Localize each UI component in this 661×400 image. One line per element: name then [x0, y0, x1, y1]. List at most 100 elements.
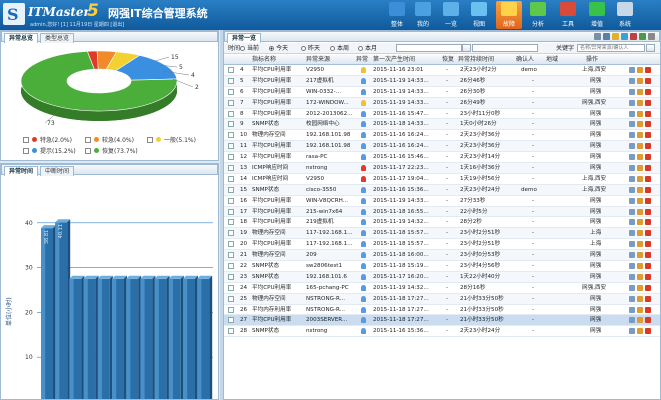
metric-name[interactable]: 平均CPU利用率 — [252, 283, 304, 293]
fault-source[interactable]: 192.168.101.98 — [306, 141, 354, 151]
radio-icon[interactable] — [301, 46, 306, 51]
edit-icon[interactable] — [629, 143, 635, 150]
nav-6[interactable]: 分析 — [525, 1, 551, 29]
confirm-icon[interactable] — [637, 99, 643, 106]
row-checkbox[interactable] — [228, 208, 234, 215]
fault-source[interactable]: NSTRONG-R... — [306, 305, 354, 315]
delete-icon[interactable] — [645, 295, 651, 302]
user-info[interactable]: admin,您好! [1] 11月19日 星期四 [退出] — [30, 21, 124, 28]
confirm-icon[interactable] — [637, 121, 643, 128]
legend-checkbox[interactable] — [85, 148, 91, 154]
confirm-icon[interactable] — [637, 273, 643, 280]
column-header[interactable]: 地域 — [546, 55, 586, 65]
row-checkbox[interactable] — [228, 241, 234, 248]
confirm-icon[interactable] — [637, 175, 643, 182]
metric-name[interactable]: 平均CPU利用率 — [252, 207, 304, 217]
metric-name[interactable]: 平均CPU利用率 — [252, 109, 304, 119]
confirm-icon[interactable] — [637, 328, 643, 335]
row-checkbox[interactable] — [228, 99, 234, 106]
edit-icon[interactable] — [629, 154, 635, 161]
nav-7[interactable]: 工具 — [555, 1, 581, 29]
delete-icon[interactable] — [645, 88, 651, 95]
confirm-icon[interactable] — [637, 132, 643, 139]
table-row[interactable]: 21 物理内存空间 209 2015-11-18 16:00... - 23小时0分53秒… — [224, 250, 660, 262]
edit-icon[interactable] — [629, 241, 635, 248]
nav-4[interactable]: 视图 — [466, 1, 492, 29]
tab-fault-overview[interactable]: 异常总览 — [4, 33, 39, 43]
metric-name[interactable]: 物理内存空间 — [252, 294, 304, 304]
column-header[interactable]: 第一次产生时间 — [373, 55, 441, 65]
table-row[interactable]: 17 平均CPU利用率 215-win7x64 2015-11-18 16:55...… — [224, 206, 660, 218]
confirm-icon[interactable] — [637, 197, 643, 204]
column-header[interactable]: 确认人 — [516, 55, 544, 65]
column-header[interactable]: 异常来源 — [306, 55, 354, 65]
delete-icon[interactable] — [645, 230, 651, 237]
delete-icon[interactable] — [645, 306, 651, 313]
table-row[interactable]: 20 平均CPU利用率 117-192.168.1... 2015-11-18 15:… — [224, 239, 660, 251]
row-checkbox[interactable] — [228, 252, 234, 259]
row-checkbox[interactable] — [228, 175, 234, 182]
fault-source[interactable]: 192.168.101.6 — [306, 272, 354, 282]
toolbar-icon-6[interactable] — [648, 33, 655, 40]
metric-name[interactable]: SNMP状态 — [252, 326, 304, 336]
tab-fault-time[interactable]: 异常时间 — [4, 166, 39, 176]
fault-source[interactable]: 2003SERVER... — [306, 315, 354, 325]
row-checkbox[interactable] — [228, 154, 234, 161]
tab-type-overview[interactable]: 类型总览 — [40, 33, 75, 43]
fault-source[interactable]: NSTRONG-R... — [306, 294, 354, 304]
row-checkbox[interactable] — [228, 328, 234, 335]
metric-name[interactable]: 物理内存空间 — [252, 130, 304, 140]
row-checkbox[interactable] — [228, 186, 234, 193]
fault-source[interactable]: 117-192.168.1... — [306, 228, 354, 238]
edit-icon[interactable] — [629, 273, 635, 280]
row-checkbox[interactable] — [228, 132, 234, 139]
edit-icon[interactable] — [629, 99, 635, 106]
time-option-4[interactable]: 本月 — [358, 44, 377, 53]
table-row[interactable]: 28 SNMP状态 nstrong 2015-11-16 15:36... - 2天23小… — [224, 326, 660, 338]
time-option-3[interactable]: 本周 — [330, 44, 349, 53]
confirm-icon[interactable] — [637, 284, 643, 291]
toolbar-icon-1[interactable] — [603, 33, 610, 40]
fault-source[interactable]: cisco-3550 — [306, 185, 354, 195]
table-row[interactable]: 5 平均CPU利用率 217虚拟机 2015-11-19 14:33... - 26分46… — [224, 75, 660, 87]
row-checkbox[interactable] — [228, 317, 234, 324]
delete-icon[interactable] — [645, 219, 651, 226]
confirm-icon[interactable] — [637, 208, 643, 215]
legend-checkbox[interactable] — [23, 148, 29, 154]
column-header[interactable]: 指标名称 — [252, 55, 304, 65]
fault-source[interactable]: 2012-2013062... — [306, 109, 354, 119]
nav-9[interactable]: 系统 — [612, 1, 638, 29]
confirm-icon[interactable] — [637, 186, 643, 193]
row-checkbox[interactable] — [228, 165, 234, 172]
fault-source[interactable]: 校园网络中心 — [306, 119, 354, 129]
delete-icon[interactable] — [645, 67, 651, 73]
time-option-2[interactable]: 昨天 — [301, 44, 320, 53]
confirm-icon[interactable] — [637, 295, 643, 302]
legend-checkbox[interactable] — [85, 137, 91, 143]
fault-source[interactable]: 117-192.168.1... — [306, 239, 354, 249]
metric-name[interactable]: 平均CPU利用率 — [252, 239, 304, 249]
edit-icon[interactable] — [629, 284, 635, 291]
toolbar-icon-3[interactable] — [621, 33, 628, 40]
edit-icon[interactable] — [629, 295, 635, 302]
delete-icon[interactable] — [645, 252, 651, 259]
radio-icon[interactable] — [358, 46, 363, 51]
fault-source[interactable]: 165-pchang-PC — [306, 283, 354, 293]
edit-icon[interactable] — [629, 77, 635, 84]
table-row[interactable]: 23 SNMP状态 192.168.101.6 2015-11-17 16:20...… — [224, 271, 660, 283]
row-checkbox[interactable] — [228, 284, 234, 291]
edit-icon[interactable] — [629, 317, 635, 324]
delete-icon[interactable] — [645, 99, 651, 106]
edit-icon[interactable] — [629, 110, 635, 117]
metric-name[interactable]: 平均内存利用率 — [252, 305, 304, 315]
row-checkbox[interactable] — [228, 230, 234, 237]
metric-name[interactable]: SNMP状态 — [252, 119, 304, 129]
metric-name[interactable]: 平均CPU利用率 — [252, 217, 304, 227]
metric-name[interactable]: 平均CPU利用率 — [252, 76, 304, 86]
edit-icon[interactable] — [629, 306, 635, 313]
calendar-icon[interactable] — [462, 44, 471, 52]
legend-item-1[interactable]: 较急(4.0%) — [85, 136, 134, 146]
table-row[interactable]: 11 平均CPU利用率 192.168.101.98 2015-11-16 16:24… — [224, 141, 660, 153]
delete-icon[interactable] — [645, 263, 651, 270]
metric-name[interactable]: 平均CPU利用率 — [252, 65, 304, 75]
